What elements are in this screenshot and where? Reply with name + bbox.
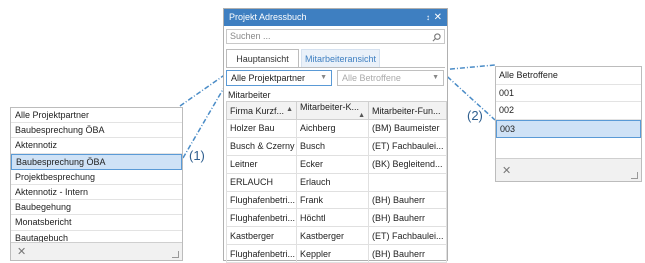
list-item[interactable]: Monatsbericht	[11, 215, 182, 231]
cell	[368, 172, 447, 192]
table-row[interactable]: Flughafenbetri... Höchtl (BH) Bauherr	[226, 208, 447, 228]
cell: Aichberg	[296, 119, 369, 138]
chevron-down-icon[interactable]: ▼	[432, 71, 439, 85]
resize-grip-icon[interactable]	[172, 251, 179, 258]
column-header-firma[interactable]: Firma Kurzf... ▲	[226, 101, 297, 120]
list-item[interactable]: Alle Betroffene	[496, 67, 641, 85]
table-row[interactable]: Flughafenbetri... Keppler (BH) Bauherr	[226, 244, 447, 263]
table-row[interactable]: Leitner Ecker (BK) Begleitend...	[226, 154, 447, 174]
cell: Kastberger	[226, 226, 297, 246]
list-item-selected[interactable]: Baubesprechung ÖBA	[11, 153, 182, 170]
column-header-funktion[interactable]: Mitarbeiter-Fun...	[368, 101, 447, 120]
panel-titlebar: Projekt Adressbuch ↕ ✕	[224, 9, 447, 26]
cell: Kastberger	[296, 226, 369, 246]
cell: (ET) Fachbaulei...	[368, 136, 447, 156]
search-input[interactable]: Suchen ...	[226, 29, 445, 44]
cell: (BH) Bauherr	[368, 190, 447, 210]
cell: (ET) Fachbaulei...	[368, 226, 447, 246]
betroffene-filter[interactable]: Alle Betroffene ▼	[337, 70, 444, 86]
cell: Ecker	[296, 154, 369, 174]
projektpartner-filter-value: Alle Projektpartner	[231, 73, 306, 83]
cell: Flughafenbetri...	[226, 208, 297, 228]
projektpartner-filter[interactable]: Alle Projektpartner ▼	[226, 70, 332, 86]
tab-divider	[226, 67, 445, 68]
close-icon[interactable]: ✕	[434, 9, 442, 26]
table-row[interactable]: ERLAUCH Erlauch	[226, 172, 447, 192]
betroffene-filter-value: Alle Betroffene	[342, 73, 401, 83]
table-row[interactable]: Flughafenbetri... Frank (BH) Bauherr	[226, 190, 447, 210]
list-item[interactable]: Baubegehung	[11, 200, 182, 216]
list-item[interactable]: 002	[496, 102, 641, 120]
grid-title: Mitarbeiter	[228, 90, 271, 100]
list-item[interactable]: Projektbesprechung	[11, 170, 182, 185]
chevron-down-icon[interactable]: ▼	[320, 71, 327, 85]
cell: Holzer Bau	[226, 119, 297, 138]
cell: (BM) Baumeister	[368, 119, 447, 138]
clear-icon[interactable]: ✕	[17, 245, 26, 258]
table-row[interactable]: Kastberger Kastberger (ET) Fachbaulei...	[226, 226, 447, 246]
search-placeholder: Suchen ...	[230, 31, 271, 41]
pin-icon[interactable]: ↕	[426, 9, 430, 26]
left-dropdown-list: Alle Projektpartner Baubesprechung ÖBA A…	[10, 107, 183, 261]
column-header-mitarbeiter[interactable]: Mitarbeiter-K... ▲	[296, 101, 369, 120]
cell: Flughafenbetri...	[226, 190, 297, 210]
callout-label-2: (2)	[467, 108, 483, 123]
mitarbeiter-table: Firma Kurzf... ▲ Mitarbeiter-K... ▲ Mitarb…	[226, 101, 447, 263]
list-item[interactable]: Aktennotiz - Intern	[11, 185, 182, 201]
cell: (BH) Bauherr	[368, 208, 447, 228]
sort-asc-icon: ▲	[286, 105, 293, 113]
sort-asc-icon: ▲	[358, 112, 365, 119]
cell: (BK) Begleitend...	[368, 154, 447, 174]
list-item[interactable]: 001	[496, 85, 641, 102]
panel-title: Projekt Adressbuch	[229, 12, 307, 22]
cell: ERLAUCH	[226, 172, 297, 192]
resize-grip-icon[interactable]	[631, 172, 638, 179]
address-book-panel: Projekt Adressbuch ↕ ✕ Suchen ... Haupta…	[223, 8, 448, 263]
cell: Flughafenbetri...	[226, 244, 297, 263]
right-dropdown-list: Alle Betroffene 001 002 003 ✕	[495, 66, 642, 182]
search-icon[interactable]	[432, 33, 441, 42]
list-footer: ✕	[11, 242, 182, 260]
list-item-selected[interactable]: 003	[496, 119, 641, 138]
list-item[interactable]: Baubesprechung ÖBA	[11, 123, 182, 139]
cell: (BH) Bauherr	[368, 244, 447, 263]
tab-hauptansicht[interactable]: Hauptansicht	[226, 49, 299, 68]
cell: Busch	[296, 136, 369, 156]
callout-label-1: (1)	[189, 148, 205, 163]
table-header-row: Firma Kurzf... ▲ Mitarbeiter-K... ▲ Mitarb…	[226, 101, 447, 120]
clear-icon[interactable]: ✕	[502, 164, 511, 177]
list-footer: ✕	[496, 158, 641, 181]
cell: Busch & Czerny	[226, 136, 297, 156]
cell: Höchtl	[296, 208, 369, 228]
cell: Frank	[296, 190, 369, 210]
connector-right-top	[439, 64, 496, 71]
cell: Erlauch	[296, 172, 369, 192]
cell: Leitner	[226, 154, 297, 174]
cell: Keppler	[296, 244, 369, 263]
list-item[interactable]: Alle Projektpartner	[11, 108, 182, 124]
table-row[interactable]: Busch & Czerny Busch (ET) Fachbaulei...	[226, 136, 447, 156]
table-row[interactable]: Holzer Bau Aichberg (BM) Baumeister	[226, 119, 447, 138]
list-item[interactable]: Aktennotiz	[11, 138, 182, 154]
tab-mitarbeiteransicht[interactable]: Mitarbeiteransicht	[301, 49, 380, 68]
